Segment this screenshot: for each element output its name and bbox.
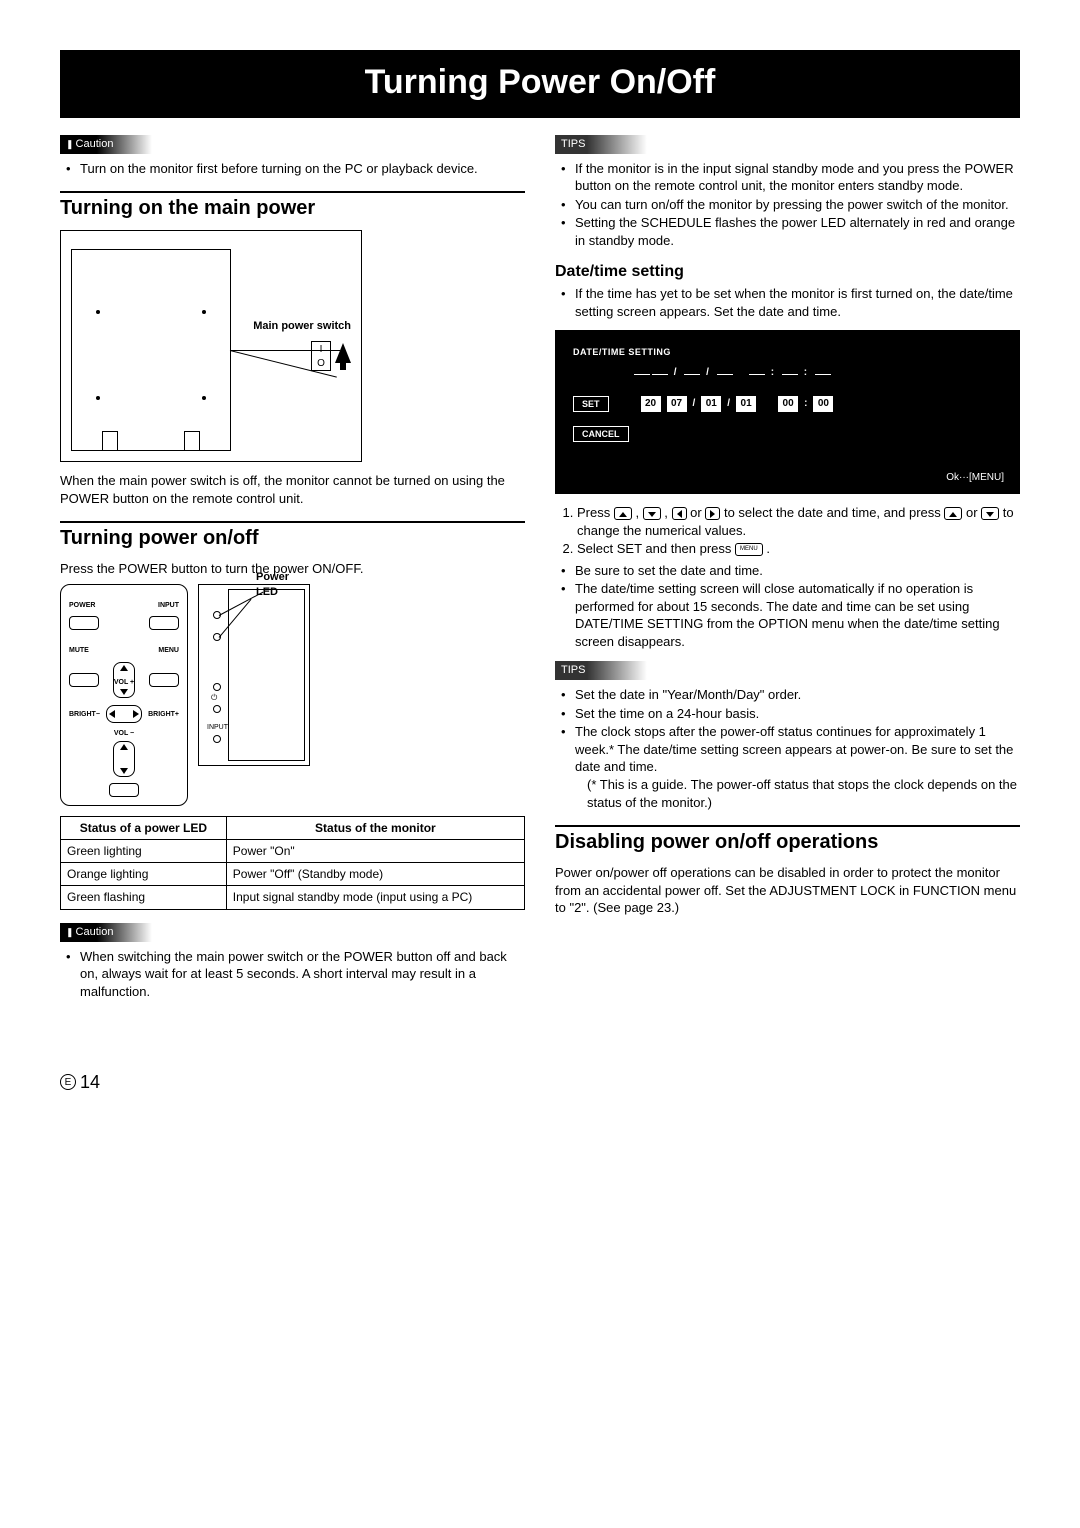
dt-val: 01 — [736, 396, 756, 412]
set-button[interactable]: SET — [573, 396, 609, 412]
figure-monitor-back: Main power switch IO — [60, 230, 362, 462]
datetime-screen: DATE/TIME SETTING / / : : SET 20 07 / 01… — [555, 330, 1020, 494]
list-item: Setting the SCHEDULE flashes the power L… — [567, 214, 1020, 249]
table-header: Status of the monitor — [226, 816, 524, 839]
figure-remote-tv: POWERINPUT MUTEMENU VOL + BRIGHT− BRIGHT… — [60, 584, 525, 806]
list-item: The clock stops after the power-off stat… — [567, 723, 1020, 811]
dt-set-row: SET 20 07 / 01 / 01 00 : 00 — [573, 396, 1002, 412]
left-key-icon — [672, 507, 687, 520]
table-row: Orange lightingPower "Off" (Standby mode… — [61, 863, 525, 886]
dt-cancel-row: CANCEL — [573, 426, 1002, 442]
down-key-icon — [643, 507, 661, 520]
table-row: Green lightingPower "On" — [61, 840, 525, 863]
table-header: Status of a power LED — [61, 816, 227, 839]
step-item: Select SET and then press MENU . — [577, 540, 1020, 558]
left-column: Caution Turn on the monitor first before… — [60, 134, 525, 1010]
dt-steps: Press , , or to select the date and time… — [555, 504, 1020, 558]
disabling-text: Power on/power off operations can be dis… — [555, 864, 1020, 917]
power-led-table: Status of a power LED Status of the moni… — [60, 816, 525, 910]
list-item: If the time has yet to be set when the m… — [567, 285, 1020, 320]
caution-item: When switching the main power switch or … — [72, 948, 525, 1001]
list-item: Set the time on a 24-hour basis. — [567, 705, 1020, 723]
dt-intro-list: If the time has yet to be set when the m… — [555, 285, 1020, 320]
figure-note: When the main power switch is off, the m… — [60, 472, 525, 507]
dt-val: 00 — [778, 396, 798, 412]
heading-disabling: Disabling power on/off operations — [555, 825, 1020, 856]
caution-item: Turn on the monitor first before turning… — [72, 160, 525, 178]
list-item: The date/time setting screen will close … — [567, 580, 1020, 650]
heading-power-onoff: Turning power on/off — [60, 521, 525, 552]
content-columns: Caution Turn on the monitor first before… — [60, 134, 1020, 1010]
caution-list-2: When switching the main power switch or … — [60, 948, 525, 1001]
dt-post-steps: Be sure to set the date and time. The da… — [555, 562, 1020, 651]
tips-label-1: TIPS — [555, 135, 647, 154]
down-key-icon — [981, 507, 999, 520]
cancel-button[interactable]: CANCEL — [573, 426, 629, 442]
caution-label-2: Caution — [60, 923, 152, 942]
ok-menu-hint: Ok···[MENU] — [946, 471, 1004, 485]
monitor-outline — [71, 249, 231, 451]
dt-dash-row: / / : : — [633, 366, 1002, 380]
page-title: Turning Power On/Off — [60, 50, 1020, 118]
list-item: You can turn on/off the monitor by press… — [567, 196, 1020, 214]
tips-label-2: TIPS — [555, 661, 647, 680]
step-item: Press , , or to select the date and time… — [577, 504, 1020, 539]
tips-list-2: Set the date in "Year/Month/Day" order. … — [555, 686, 1020, 811]
menu-key-icon: MENU — [735, 543, 763, 556]
dt-val: 01 — [701, 396, 721, 412]
list-item: Be sure to set the date and time. — [567, 562, 1020, 580]
tips-footnote: (* This is a guide. The power-off status… — [575, 776, 1020, 811]
dt-val: 20 — [641, 396, 661, 412]
up-key-icon — [614, 507, 632, 520]
list-item: If the monitor is in the input signal st… — [567, 160, 1020, 195]
caution-label-1: Caution — [60, 135, 152, 154]
caution-list-1: Turn on the monitor first before turning… — [60, 160, 525, 178]
up-key-icon — [944, 507, 962, 520]
heading-datetime: Date/time setting — [555, 261, 1020, 283]
right-key-icon — [705, 507, 720, 520]
dt-val: 07 — [667, 396, 687, 412]
remote-control: POWERINPUT MUTEMENU VOL + BRIGHT− BRIGHT… — [60, 584, 188, 806]
main-power-switch-icon: IO — [311, 341, 351, 371]
page-number: E 14 — [60, 1070, 1020, 1094]
lang-marker-icon: E — [60, 1074, 76, 1090]
main-power-switch-label: Main power switch — [253, 319, 351, 334]
heading-main-power: Turning on the main power — [60, 191, 525, 222]
dt-screen-title: DATE/TIME SETTING — [573, 346, 1002, 358]
tv-front-panel: Power LED ⏻ INPUT — [198, 584, 310, 766]
tips-list-1: If the monitor is in the input signal st… — [555, 160, 1020, 250]
dt-val: 00 — [813, 396, 833, 412]
right-column: TIPS If the monitor is in the input sign… — [555, 134, 1020, 1010]
list-item: Set the date in "Year/Month/Day" order. — [567, 686, 1020, 704]
table-row: Green flashingInput signal standby mode … — [61, 886, 525, 909]
